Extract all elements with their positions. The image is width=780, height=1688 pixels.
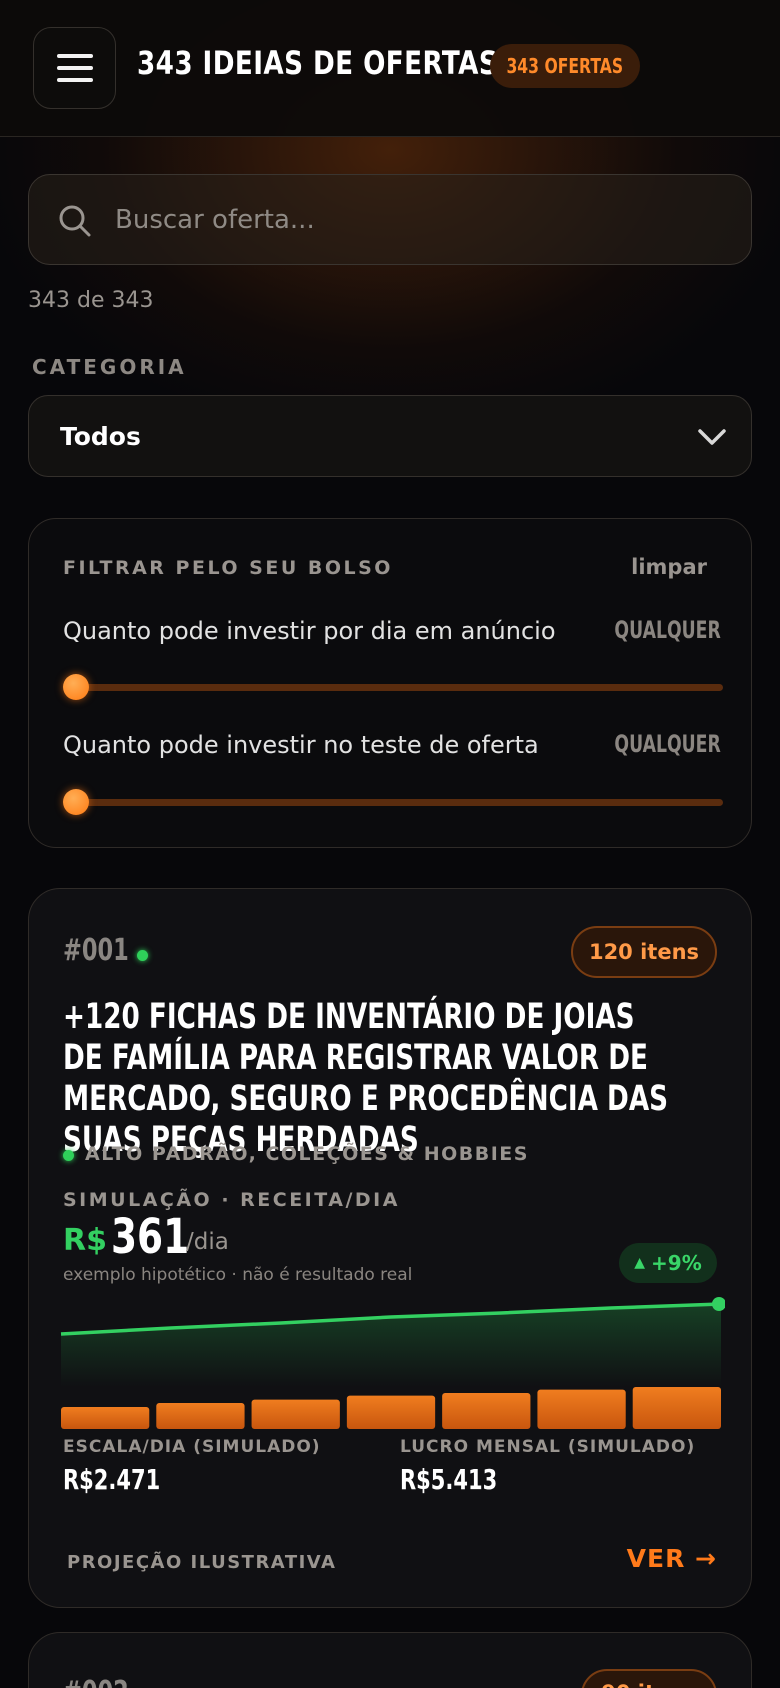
chart-bar [61, 1407, 150, 1429]
growth-badge: ▲ +9% [619, 1243, 717, 1283]
menu-icon-bar [56, 66, 93, 70]
category-label: CATEGORIA [32, 355, 187, 379]
search-box[interactable] [28, 174, 752, 265]
menu-icon-bar [56, 54, 93, 58]
menu-icon-bar [56, 78, 93, 82]
page-title: 343 IDEIAS DE OFERTAS [137, 44, 499, 82]
category-dot-icon [63, 1150, 74, 1161]
offer-id: #002 [63, 1675, 129, 1688]
offers-count-badge: 343 OFERTAS [490, 44, 640, 88]
category-select[interactable]: Todos [28, 395, 752, 477]
chart-bar [537, 1389, 626, 1429]
status-dot-icon [137, 950, 148, 961]
offer-title: +120 FICHAS DE INVENTÁRIO DE JOIAS DE FA… [63, 997, 669, 1160]
chart-bar [251, 1399, 340, 1429]
profit-label: LUCRO MENSAL (SIMULADO) [400, 1437, 696, 1457]
growth-value: +9% [651, 1251, 702, 1275]
clear-filters-link[interactable]: limpar [631, 555, 707, 579]
offer-test-budget-slider-thumb[interactable] [63, 789, 89, 815]
items-count-badge: 120 itens [571, 926, 717, 978]
filter-title: FILTRAR PELO SEU BOLSO [63, 557, 393, 579]
chart-bar [632, 1387, 721, 1429]
items-count-badge: 90 itens [581, 1669, 717, 1688]
offer-test-budget-label: Quanto pode investir no teste de oferta [63, 731, 539, 759]
offer-test-budget-slider-track[interactable] [81, 799, 723, 806]
top-bar: 343 IDEIAS DE OFERTAS 343 OFERTAS [0, 0, 780, 137]
chart-bar [156, 1403, 245, 1429]
scale-label: ESCALA/DIA (SIMULADO) [63, 1437, 321, 1457]
daily-ad-budget-slider-track[interactable] [81, 684, 723, 691]
simulation-label: SIMULAÇÃO · RECEITA/DIA [63, 1189, 400, 1211]
revenue-unit: /dia [186, 1229, 229, 1255]
offers-count-text: 343 OFERTAS [506, 54, 624, 78]
offer-id: #001 [63, 933, 129, 968]
chart-bar [346, 1395, 436, 1429]
view-offer-link[interactable]: VER → [627, 1544, 717, 1573]
category-select-value: Todos [60, 422, 141, 451]
revenue-value: 361 [111, 1209, 190, 1265]
daily-ad-budget-slider-thumb[interactable] [63, 674, 89, 700]
trend-up-icon: ▲ [634, 1255, 646, 1271]
budget-filter-panel: FILTRAR PELO SEU BOLSO limpar Quanto pod… [28, 518, 752, 848]
daily-ad-budget-value: QUALQUER [614, 616, 721, 644]
scale-value: R$2.471 [63, 1463, 161, 1496]
profit-value: R$5.413 [400, 1463, 498, 1496]
offer-card[interactable]: #001 120 itens +120 FICHAS DE INVENTÁRIO… [28, 888, 752, 1608]
hypothetical-disclaimer: exemplo hipotético · não é resultado rea… [63, 1265, 413, 1285]
revenue-chart [60, 1297, 725, 1429]
offer-category: ALTO PADRÃO, COLEÇÕES & HOBBIES [85, 1143, 529, 1165]
offer-test-budget-value: QUALQUER [614, 730, 721, 758]
results-count: 343 de 343 [28, 288, 154, 313]
chart-bar [442, 1393, 531, 1429]
revenue-currency: R$ [63, 1223, 107, 1258]
chevron-down-icon [698, 429, 726, 445]
hamburger-menu-button[interactable] [33, 27, 116, 109]
search-input[interactable] [115, 195, 715, 245]
daily-ad-budget-label: Quanto pode investir por dia em anúncio [63, 617, 556, 645]
offer-card[interactable]: #002 90 itens [28, 1632, 752, 1688]
projection-label: PROJEÇÃO ILUSTRATIVA [67, 1552, 337, 1573]
search-icon [59, 205, 91, 237]
